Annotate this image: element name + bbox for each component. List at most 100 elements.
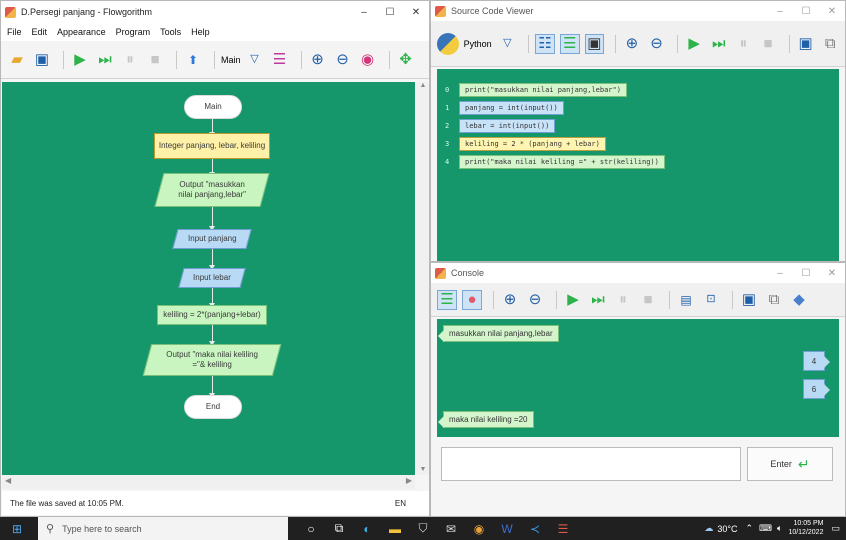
menu-tools[interactable]: Tools xyxy=(160,27,181,37)
flow-output-1[interactable]: Output "masukkan nilai panjang,lebar" xyxy=(154,173,270,207)
menu-file[interactable]: File xyxy=(7,27,22,37)
step-icon[interactable]: ⏭ xyxy=(588,290,608,310)
chevron-down-icon[interactable]: ▽ xyxy=(245,50,265,70)
tray-chevron-icon[interactable]: ⌃ xyxy=(745,523,753,534)
vscode-icon[interactable]: ≺ xyxy=(524,518,546,540)
speed-icon[interactable]: ⬆ xyxy=(183,50,203,70)
minimize-icon[interactable]: – xyxy=(767,6,793,17)
stop-icon[interactable]: ■ xyxy=(638,290,658,310)
mail-icon[interactable]: ✉ xyxy=(440,518,462,540)
flowgorithm-taskbar-icon[interactable]: ☰ xyxy=(552,518,574,540)
copy-icon[interactable]: ⧉ xyxy=(764,290,784,310)
maximize-icon[interactable]: ☐ xyxy=(377,7,403,18)
edge-icon[interactable]: ◐ xyxy=(356,518,378,540)
save-icon[interactable]: ▣ xyxy=(739,290,759,310)
zoom-out-icon[interactable]: ⊖ xyxy=(525,290,545,310)
store-icon[interactable]: ⛉ xyxy=(412,518,434,540)
maximize-icon[interactable]: ☐ xyxy=(793,6,819,17)
table-icon[interactable]: ▤ xyxy=(676,290,696,310)
volume-icon[interactable]: 🔈︎ xyxy=(777,523,782,534)
clear-icon[interactable]: ◆ xyxy=(789,290,809,310)
stop-icon[interactable]: ■ xyxy=(145,50,165,70)
windows-start-icon[interactable]: ⊞ xyxy=(6,518,28,540)
flow-end[interactable]: End xyxy=(184,395,242,419)
flow-output-1-label: Output "masukkan nilai panjang,lebar" xyxy=(178,180,246,199)
run-icon[interactable]: ▶ xyxy=(684,34,704,54)
source-code-area[interactable]: 0 print("masukkan nilai panjang,lebar") … xyxy=(437,69,839,261)
menu-program[interactable]: Program xyxy=(116,27,151,37)
run-icon[interactable]: ▶ xyxy=(70,50,90,70)
scroll-left-icon[interactable]: ◀ xyxy=(5,476,11,485)
chevron-down-icon[interactable]: ▽ xyxy=(498,34,518,54)
layout-box-icon[interactable]: ▣ xyxy=(584,33,605,54)
flow-declare[interactable]: Integer panjang, lebar, keliling xyxy=(154,133,270,159)
run-icon[interactable]: ▶ xyxy=(563,290,583,310)
layout-lines-icon[interactable]: ☰ xyxy=(559,33,580,54)
scroll-up-icon[interactable]: ▲ xyxy=(416,82,429,89)
code-line: 3 keliling = 2 * (panjang + lebar) xyxy=(445,137,606,151)
scroll-right-icon[interactable]: ▶ xyxy=(406,476,412,485)
flow-start[interactable]: Main xyxy=(184,95,242,119)
pause-icon[interactable]: ⏸ xyxy=(120,50,140,70)
zoom-in-icon[interactable]: ⊕ xyxy=(500,290,520,310)
zoom-in-icon[interactable]: ⊕ xyxy=(308,50,328,70)
toolbar-separator xyxy=(493,290,494,309)
console-input-field[interactable] xyxy=(441,447,741,481)
function-select[interactable]: Main xyxy=(221,55,241,65)
flow-arrow xyxy=(209,325,215,346)
console-layout-icon[interactable]: ☰ xyxy=(437,289,457,310)
toolbar-separator xyxy=(788,34,790,53)
scroll-down-icon[interactable]: ▼ xyxy=(416,466,429,473)
variable-icon[interactable]: ⊡ xyxy=(701,290,721,310)
save-icon[interactable]: ▣ xyxy=(32,50,52,70)
stop-icon[interactable]: ■ xyxy=(758,34,778,54)
clock[interactable]: 10:05 PM 10/12/2022 xyxy=(788,520,823,536)
function-manager-icon[interactable]: ☰ xyxy=(270,50,290,70)
flowchart-canvas[interactable]: Main Integer panjang, lebar, keliling Ou… xyxy=(2,82,415,475)
word-icon[interactable]: W xyxy=(496,518,518,540)
zoom-in-icon[interactable]: ⊕ xyxy=(622,34,642,54)
line-number: 0 xyxy=(445,86,450,94)
maximize-icon[interactable]: ☐ xyxy=(793,268,819,279)
close-icon[interactable]: ✕ xyxy=(819,6,845,17)
language-select[interactable]: Python xyxy=(464,39,492,49)
close-icon[interactable]: ✕ xyxy=(819,268,845,279)
layout-tree-icon[interactable]: ☷ xyxy=(535,33,555,54)
code-line: 2 lebar = int(input()) xyxy=(445,119,556,133)
record-icon[interactable]: ● xyxy=(462,289,482,310)
close-icon[interactable]: ✕ xyxy=(403,7,429,18)
flow-output-2[interactable]: Output "maka nilai keliling ="& keliling xyxy=(142,344,282,376)
menu-edit[interactable]: Edit xyxy=(32,27,48,37)
variable-watch-icon[interactable]: ✥ xyxy=(396,50,416,70)
minimize-icon[interactable]: – xyxy=(767,268,793,279)
notification-icon[interactable]: ▭ xyxy=(831,523,840,534)
zoom-out-icon[interactable]: ⊖ xyxy=(647,34,667,54)
menu-appearance[interactable]: Appearance xyxy=(57,27,106,37)
flow-input-1[interactable]: Input panjang xyxy=(172,229,252,249)
code-line: 4 print("maka nilai keliling =" + str(ke… xyxy=(445,155,665,169)
save-icon[interactable]: ▣ xyxy=(796,34,816,54)
console-output[interactable]: masukkan nilai panjang,lebar 4 6 maka ni… xyxy=(437,319,839,437)
network-icon[interactable]: ⌨ xyxy=(759,523,772,534)
open-folder-icon[interactable]: ▰ xyxy=(7,50,27,70)
flowchart-horizontal-scrollbar[interactable]: ◀ ▶ xyxy=(2,475,415,489)
zoom-out-icon[interactable]: ⊖ xyxy=(333,50,353,70)
step-icon[interactable]: ⏭ xyxy=(95,50,115,70)
flowchart-vertical-scrollbar[interactable]: ▲ ▼ xyxy=(416,82,429,475)
minimize-icon[interactable]: – xyxy=(351,7,377,18)
step-icon[interactable]: ⏭ xyxy=(709,34,729,54)
pause-icon[interactable]: ⏸ xyxy=(613,290,633,310)
file-explorer-icon[interactable]: ▬ xyxy=(384,518,406,540)
taskbar-search[interactable]: ⚲ Type here to search xyxy=(38,517,288,540)
pause-icon[interactable]: ⏸ xyxy=(734,34,754,54)
flowgorithm-window: D.Persegi panjang - Flowgorithm – ☐ ✕ Fi… xyxy=(0,0,430,517)
flow-input-2[interactable]: Input lebar xyxy=(178,268,246,288)
copy-icon[interactable]: ⧉ xyxy=(820,34,840,54)
enter-button[interactable]: Enter ↵ xyxy=(747,447,833,481)
chrome-icon[interactable]: ◉ xyxy=(468,518,490,540)
cortana-icon[interactable]: ○ xyxy=(300,518,322,540)
color-palette-icon[interactable]: ◉ xyxy=(358,50,378,70)
flow-assign[interactable]: keliling = 2*(panjang+lebar) xyxy=(157,305,267,325)
task-view-icon[interactable]: ⧉ xyxy=(328,518,350,540)
menu-help[interactable]: Help xyxy=(191,27,210,37)
